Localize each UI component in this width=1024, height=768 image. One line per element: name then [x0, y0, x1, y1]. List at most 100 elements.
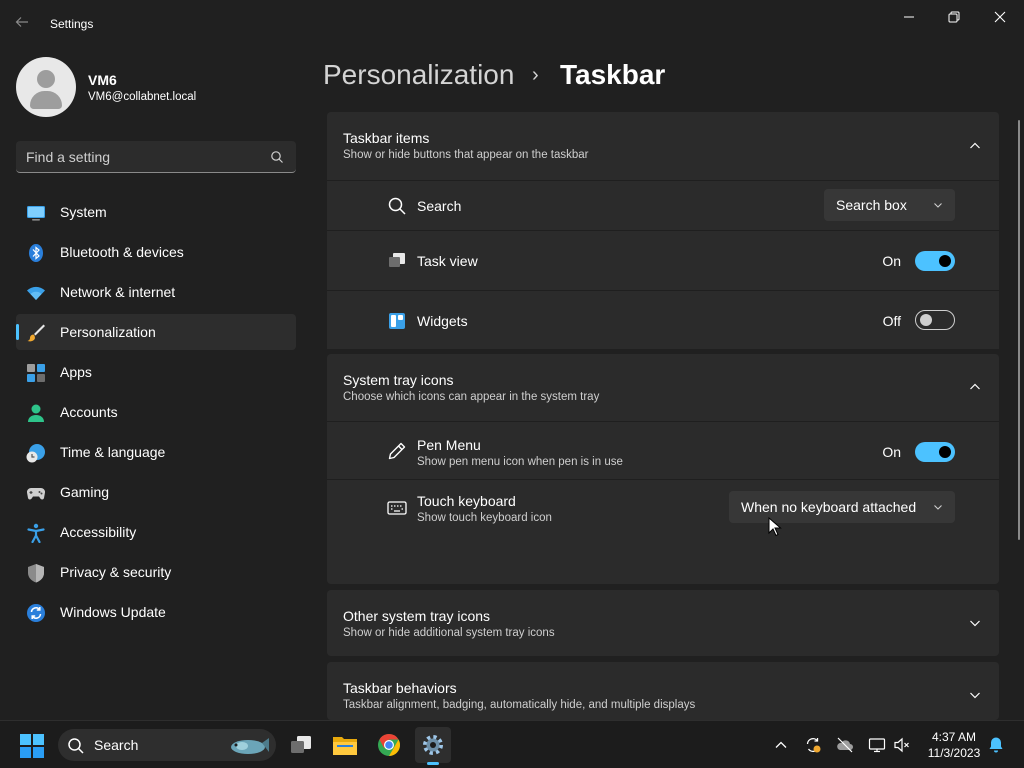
chevron-down-icon[interactable]: [969, 617, 981, 629]
user-name: VM6: [88, 72, 117, 88]
row-description: Show pen menu icon when pen is in use: [417, 456, 623, 468]
task-view-icon: [291, 736, 311, 753]
update-icon: [27, 604, 45, 622]
taskbar-search-label: Search: [94, 737, 139, 753]
page-title: Taskbar: [560, 59, 666, 90]
section-title: System tray icons: [343, 372, 454, 388]
app-title: Settings: [50, 17, 94, 31]
dropdown-value: When no keyboard attached: [741, 499, 917, 515]
show-hidden-icons-icon[interactable]: [772, 736, 790, 754]
sync-icon[interactable]: [804, 736, 822, 754]
chrome-icon: [378, 734, 400, 756]
row-label: Widgets: [417, 313, 468, 329]
restore-icon: [948, 11, 960, 23]
taskbar-behaviors-section[interactable]: Taskbar behaviors Taskbar alignment, bad…: [327, 662, 999, 720]
settings-taskbar-button[interactable]: [415, 727, 451, 765]
avatar-head: [37, 70, 55, 88]
row-label: Pen Menu: [417, 437, 481, 453]
sidebar-item-label: Personalization: [60, 324, 156, 340]
toggle-knob: [939, 446, 951, 458]
task-view-setting-row: Task view On: [327, 230, 999, 290]
chrome-taskbar-button[interactable]: [371, 727, 407, 763]
sidebar-item-apps[interactable]: Apps: [16, 354, 296, 390]
sidebar-item-label: Network & internet: [60, 284, 176, 300]
title-bar: Settings: [0, 0, 1024, 48]
search-setting-row: Search Search box: [327, 180, 999, 230]
row-label: Task view: [417, 253, 478, 269]
avatar[interactable]: [16, 57, 76, 117]
close-button[interactable]: [983, 6, 1017, 28]
other-tray-section[interactable]: Other system tray icons Show or hide add…: [327, 590, 999, 656]
sidebar-item-gaming[interactable]: Gaming: [16, 474, 296, 510]
minimize-button[interactable]: [892, 6, 926, 28]
windows-start-icon[interactable]: [20, 734, 44, 758]
task-view-toggle[interactable]: [915, 251, 955, 271]
back-button[interactable]: [14, 14, 34, 34]
gamepad-icon: [26, 487, 46, 500]
person-icon: [28, 404, 44, 422]
taskbar-search-box[interactable]: Search: [58, 729, 276, 761]
sidebar-item-time-language[interactable]: Time & language: [16, 434, 296, 470]
minimize-icon: [904, 16, 914, 18]
find-setting-box[interactable]: [16, 141, 296, 173]
chevron-down-icon: [934, 505, 942, 510]
touch-keyboard-dropdown[interactable]: When no keyboard attached: [729, 491, 955, 523]
monitor-icon: [27, 206, 45, 221]
task-view-taskbar-button[interactable]: [283, 727, 319, 763]
brush-icon: [27, 324, 45, 342]
back-arrow-icon: [15, 17, 28, 27]
breadcrumb-parent[interactable]: Personalization: [323, 59, 514, 91]
sidebar-item-network[interactable]: Network & internet: [16, 274, 296, 310]
row-description: Show touch keyboard icon: [417, 512, 552, 524]
chevron-up-icon[interactable]: [969, 140, 981, 152]
sidebar-item-personalization[interactable]: Personalization: [16, 314, 296, 350]
row-label: Search: [417, 198, 462, 214]
taskbar-items-header[interactable]: Taskbar items Show or hide buttons that …: [327, 112, 999, 180]
chevron-down-icon: [934, 203, 942, 208]
clock-date: 11/3/2023: [927, 746, 981, 760]
find-setting-input[interactable]: [26, 147, 256, 167]
sidebar-item-label: Bluetooth & devices: [60, 244, 184, 260]
chevron-up-icon[interactable]: [969, 381, 981, 393]
chevron-down-icon[interactable]: [969, 689, 981, 701]
sidebar-item-privacy[interactable]: Privacy & security: [16, 554, 296, 590]
widgets-toggle[interactable]: [915, 310, 955, 330]
folder-icon: [333, 737, 357, 755]
sidebar-item-label: Apps: [60, 364, 92, 380]
widgets-icon: [389, 313, 405, 329]
sidebar-item-label: Privacy & security: [60, 564, 172, 580]
onedrive-offline-icon[interactable]: [836, 736, 854, 754]
widgets-setting-row: Widgets Off: [327, 290, 999, 349]
pen-icon: [388, 442, 406, 460]
taskbar: Search 4:37 AM 11/3/2023: [0, 720, 1024, 768]
keyboard-icon: [387, 501, 407, 515]
mouse-cursor-icon: [768, 517, 782, 537]
clock-time: 4:37 AM: [931, 730, 977, 744]
pen-menu-toggle[interactable]: [915, 442, 955, 462]
file-explorer-taskbar-button[interactable]: [327, 727, 363, 763]
section-subtitle: Taskbar alignment, badging, automaticall…: [343, 699, 696, 711]
notification-bell-icon[interactable]: [987, 736, 1005, 754]
globe-clock-icon: [26, 444, 45, 463]
system-tray-section: System tray icons Choose which icons can…: [327, 354, 999, 584]
toggle-state-text: Off: [882, 313, 901, 329]
system-tray-header[interactable]: System tray icons Choose which icons can…: [327, 354, 999, 422]
scrollbar[interactable]: [1018, 120, 1020, 540]
sidebar-item-bluetooth[interactable]: Bluetooth & devices: [16, 234, 296, 270]
sidebar-item-accounts[interactable]: Accounts: [16, 394, 296, 430]
sidebar-item-label: Accessibility: [60, 524, 137, 540]
sidebar-item-windows-update[interactable]: Windows Update: [16, 594, 296, 630]
restore-button[interactable]: [937, 6, 971, 28]
network-icon[interactable]: [868, 736, 886, 754]
toggle-knob: [939, 255, 951, 267]
search-icon[interactable]: [270, 150, 284, 164]
sidebar-item-accessibility[interactable]: Accessibility: [16, 514, 296, 550]
system-clock[interactable]: 4:37 AM 11/3/2023: [920, 729, 988, 761]
avatar-body: [30, 91, 62, 109]
section-subtitle: Choose which icons can appear in the sys…: [343, 391, 600, 403]
section-subtitle: Show or hide buttons that appear on the …: [343, 149, 589, 161]
sidebar-item-label: Time & language: [60, 444, 166, 460]
sidebar-item-system[interactable]: System: [16, 194, 296, 230]
search-mode-dropdown[interactable]: Search box: [824, 189, 955, 221]
volume-muted-icon[interactable]: [893, 736, 911, 754]
